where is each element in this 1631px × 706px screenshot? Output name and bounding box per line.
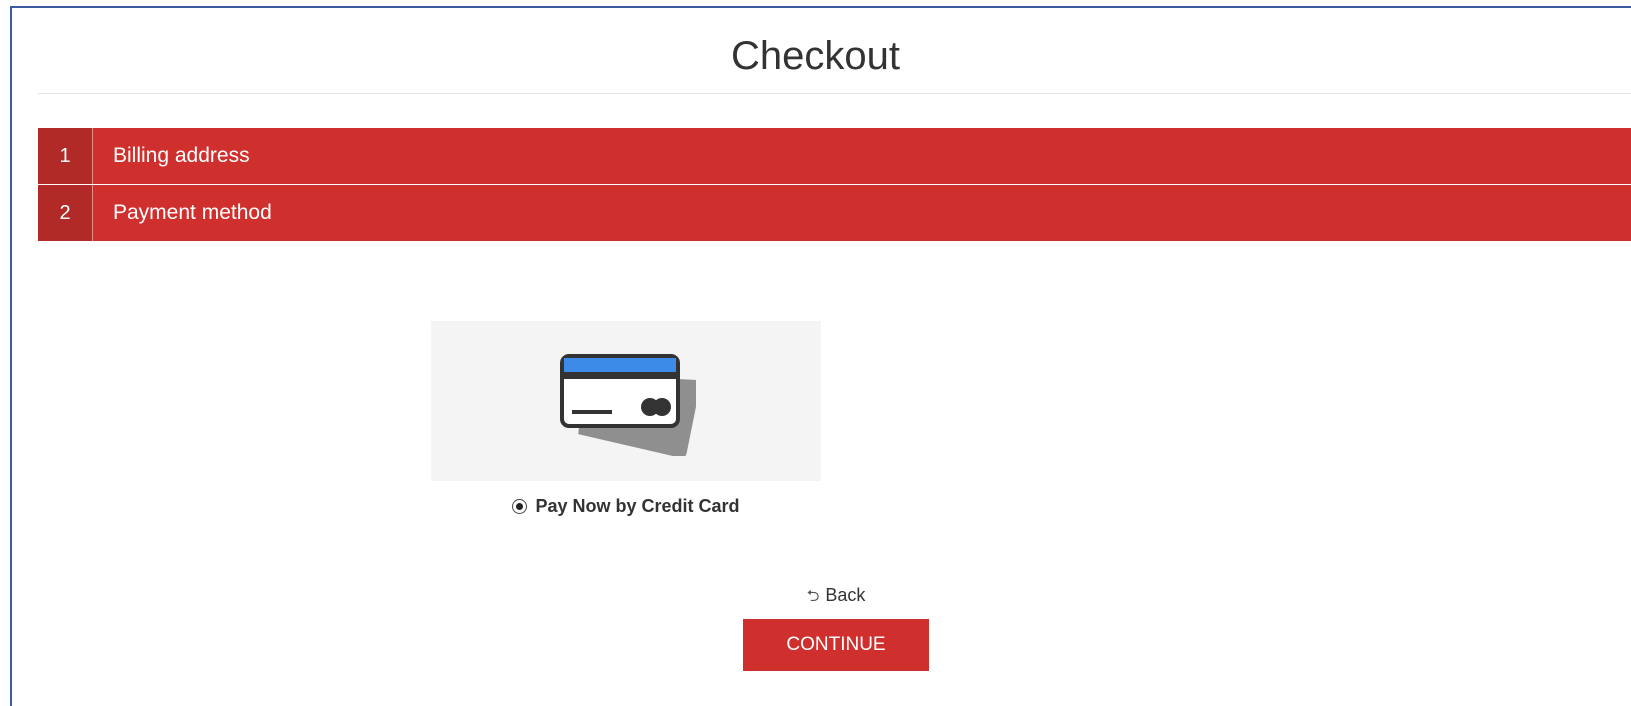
step-label: Billing address (113, 144, 250, 167)
credit-card-icon (560, 354, 696, 456)
back-label: Back (825, 585, 866, 605)
back-arrow-icon: ⮌ (806, 588, 820, 605)
step-payment-method[interactable]: 2 Payment method (38, 185, 1631, 241)
title-divider (38, 93, 1631, 94)
checkout-steps: 1 Billing address 2 Payment method (38, 128, 1631, 242)
payment-option-label: Pay Now by Credit Card (535, 496, 740, 516)
back-link[interactable]: ⮌ Back (0, 585, 1631, 612)
step-billing-address[interactable]: 1 Billing address (38, 128, 1631, 184)
payment-method-tile[interactable] (431, 321, 821, 481)
step-number: 1 (38, 128, 93, 184)
continue-button[interactable]: CONTINUE (743, 619, 929, 671)
page-title: Checkout (731, 34, 900, 78)
step-label: Payment method (113, 201, 272, 224)
payment-radio[interactable] (512, 499, 528, 514)
step-number: 2 (38, 185, 93, 241)
payment-option-credit-card[interactable]: Pay Now by Credit Card (431, 496, 821, 517)
